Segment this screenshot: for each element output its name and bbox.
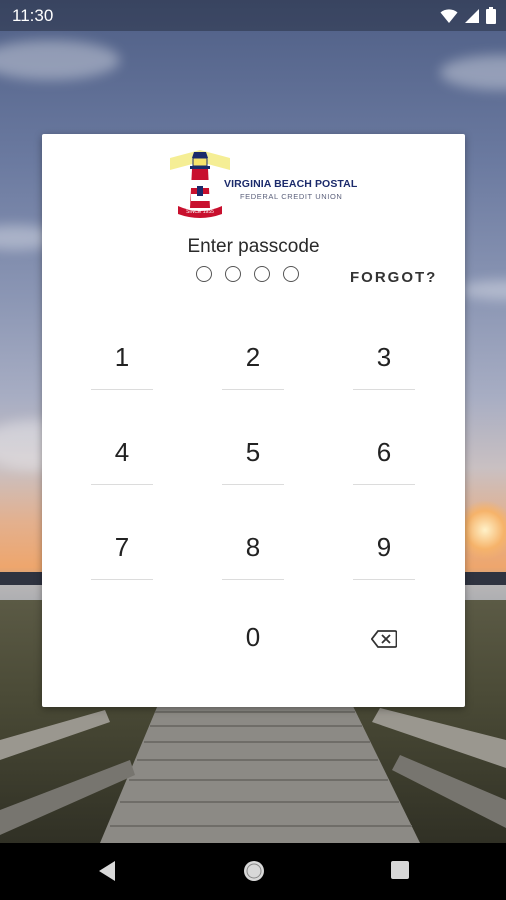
logo-title: VIRGINIA BEACH POSTAL: [224, 178, 358, 190]
passcode-dot: [283, 266, 299, 282]
key-7[interactable]: 7: [91, 518, 153, 580]
key-0[interactable]: 0: [222, 608, 284, 670]
wifi-icon: [440, 8, 458, 23]
passcode-indicator: [196, 266, 299, 282]
key-5[interactable]: 5: [222, 423, 284, 485]
status-time: 11:30: [12, 6, 54, 25]
key-3[interactable]: 3: [353, 328, 415, 390]
logo-subtitle: FEDERAL CREDIT UNION: [240, 192, 343, 201]
signal-icon: [465, 8, 479, 23]
forgot-passcode-button[interactable]: FORGOT?: [350, 269, 437, 286]
recents-icon[interactable]: [390, 860, 410, 880]
passcode-dot: [225, 266, 241, 282]
passcode-dot: [254, 266, 270, 282]
passcode-prompt: Enter passcode: [187, 236, 320, 257]
svg-text:SINCE 1955: SINCE 1955: [186, 209, 214, 215]
key-2[interactable]: 2: [222, 328, 284, 390]
battery-icon: [486, 7, 496, 24]
passcode-card: SINCE 1955 VIRGINIA BEACH POSTAL FEDERAL…: [42, 134, 465, 707]
credit-union-logo: SINCE 1955 VIRGINIA BEACH POSTAL FEDERAL…: [170, 148, 370, 218]
home-icon[interactable]: [242, 859, 266, 883]
lighthouse-icon: SINCE 1955: [170, 150, 230, 218]
status-bar: 11:30: [0, 0, 506, 31]
passcode-dot: [196, 266, 212, 282]
back-icon[interactable]: [97, 860, 117, 882]
key-1[interactable]: 1: [91, 328, 153, 390]
key-9[interactable]: 9: [353, 518, 415, 580]
backspace-icon: [370, 630, 398, 648]
key-4[interactable]: 4: [91, 423, 153, 485]
key-8[interactable]: 8: [222, 518, 284, 580]
key-6[interactable]: 6: [353, 423, 415, 485]
backspace-button[interactable]: [353, 608, 415, 670]
navigation-bar: [0, 843, 506, 900]
